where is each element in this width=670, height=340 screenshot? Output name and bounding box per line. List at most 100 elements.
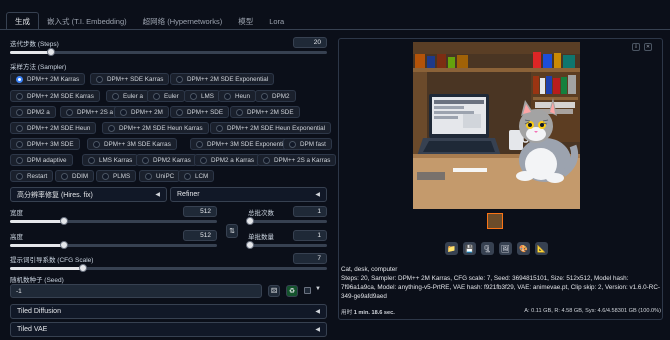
open-folder-icon[interactable]: 📁 xyxy=(445,242,458,255)
cfg-slider-thumb[interactable] xyxy=(79,264,87,272)
sampler-option[interactable]: DPM++ 2M SDE Exponential xyxy=(170,73,275,85)
sampler-option[interactable]: DPM2 a xyxy=(10,106,56,118)
sampler-option-label: DPM++ SDE xyxy=(187,108,224,116)
extra-seed-checkbox[interactable] xyxy=(304,287,311,294)
cfg-slider[interactable] xyxy=(10,264,327,272)
sampler-option-label: DPM2 a Karras xyxy=(211,156,255,164)
radio-dot-icon xyxy=(16,108,23,116)
sampler-option[interactable]: DPM2 xyxy=(255,90,296,102)
sampler-option[interactable]: DPM++ 2M SDE Heun Exponential xyxy=(210,122,332,134)
caret-left-icon: ◀ xyxy=(315,309,320,315)
sampler-option-label: LMS xyxy=(201,92,214,100)
sampler-option[interactable]: DPM++ 2M SDE Heun Karras xyxy=(102,122,209,134)
steps-slider[interactable] xyxy=(10,48,327,56)
sampler-option[interactable]: DPM++ 2M SDE Heun xyxy=(10,122,97,134)
sampler-option-label: DPM++ 3M SDE Karras xyxy=(104,140,171,148)
sampler-option[interactable]: DPM fast xyxy=(283,138,332,150)
radio-dot-icon xyxy=(190,92,197,100)
output-action-buttons: 📁 💾 🗜 🖼 🎨 📐 xyxy=(445,242,548,255)
memory-sys: Sys: 4.6/4.58301 GB xyxy=(585,308,637,314)
radio-dot-icon xyxy=(176,75,183,83)
sampler-option[interactable]: PLMS xyxy=(96,170,137,182)
tab-embedding[interactable]: 嵌入式 (T.I. Embedding) xyxy=(39,13,135,30)
send-to-img2img-icon[interactable]: 🖼 xyxy=(499,242,512,255)
sampler-option[interactable]: DPM2 Karras xyxy=(136,154,197,166)
sampler-option[interactable]: DPM++ SDE Karras xyxy=(90,73,170,85)
batch-count-input[interactable]: 1 xyxy=(293,206,327,217)
radio-dot-icon xyxy=(263,156,270,164)
tiled-diffusion-accordion[interactable]: Tiled Diffusion ◀ xyxy=(10,304,327,319)
width-input[interactable]: 512 xyxy=(183,206,217,217)
save-icon[interactable]: 💾 xyxy=(463,242,476,255)
sampler-option[interactable]: DPM++ 2S a xyxy=(60,106,120,118)
refiner-accordion[interactable]: Refiner ◀ xyxy=(170,187,327,202)
sampler-option[interactable]: LMS xyxy=(184,90,220,102)
image-thumbnail[interactable] xyxy=(487,213,503,229)
batch-size-slider-thumb[interactable] xyxy=(246,241,254,249)
sampler-option[interactable]: UniPC xyxy=(139,170,181,182)
radio-dot-icon xyxy=(16,172,23,180)
width-slider[interactable] xyxy=(10,217,217,225)
generated-image[interactable] xyxy=(413,42,580,209)
recycle-icon[interactable]: ♻ xyxy=(286,285,298,297)
sampler-option[interactable]: DPM2 a Karras xyxy=(194,154,261,166)
radio-dot-icon xyxy=(61,172,68,180)
height-slider-thumb[interactable] xyxy=(60,241,68,249)
tab-generate[interactable]: 生成 xyxy=(6,12,39,30)
generation-prompt: Cat, desk, computer xyxy=(341,266,398,273)
sampler-option[interactable]: DPM++ 2M Karras xyxy=(10,73,86,85)
sampler-option-label: DPM++ 2M SDE Karras xyxy=(27,92,94,100)
sampler-option[interactable]: DPM++ 2M SDE Karras xyxy=(10,90,100,102)
sampler-option[interactable]: DPM++ 3M SDE Karras xyxy=(87,138,177,150)
sampler-option[interactable]: Euler xyxy=(147,90,185,102)
send-to-inpaint-icon[interactable]: 🎨 xyxy=(517,242,530,255)
width-label: 宽度 xyxy=(10,210,23,217)
caret-down-icon[interactable]: ▼ xyxy=(315,286,321,292)
sampler-option-label: DPM++ 2S a Karras xyxy=(274,156,331,164)
seed-input[interactable]: -1 xyxy=(10,284,262,298)
hires-fix-accordion[interactable]: 高分辨率修复 (Hires. fix) ◀ xyxy=(10,187,167,202)
width-slider-thumb[interactable] xyxy=(60,217,68,225)
sampler-option[interactable]: Euler a xyxy=(106,90,149,102)
height-input[interactable]: 512 xyxy=(183,230,217,241)
sampler-option-label: Euler a xyxy=(123,92,143,100)
tab-divider xyxy=(0,29,670,30)
sampler-option[interactable]: DPM adaptive xyxy=(10,154,73,166)
dice-icon[interactable]: ⚄ xyxy=(268,285,280,297)
batch-count-slider[interactable] xyxy=(246,217,327,225)
tab-hypernetworks[interactable]: 超网络 (Hypernetworks) xyxy=(135,13,231,30)
sampler-option[interactable]: DPM++ 3M SDE xyxy=(10,138,80,150)
sampler-option[interactable]: DPM++ 2S a Karras xyxy=(257,154,337,166)
steps-input[interactable]: 20 xyxy=(293,37,327,48)
steps-slider-thumb[interactable] xyxy=(47,48,55,56)
sampler-option[interactable]: DPM++ SDE xyxy=(170,106,230,118)
tab-model[interactable]: 模型 xyxy=(230,13,261,30)
sampler-option[interactable]: DPM++ 3M SDE Exponential xyxy=(190,138,295,150)
webui-root: 生成 嵌入式 (T.I. Embedding) 超网络 (Hypernetwor… xyxy=(0,0,670,340)
close-icon[interactable]: ✕ xyxy=(644,43,652,51)
sampler-option[interactable]: LCM xyxy=(178,170,215,182)
radio-dot-icon xyxy=(261,92,268,100)
sampler-option[interactable]: Restart xyxy=(10,170,54,182)
tiled-vae-accordion[interactable]: Tiled VAE ◀ xyxy=(10,322,327,337)
sampler-option[interactable]: LMS Karras xyxy=(82,154,139,166)
batch-size-slider[interactable] xyxy=(246,241,327,249)
send-to-extras-icon[interactable]: 📐 xyxy=(535,242,548,255)
cfg-label: 提示词引导系数 (CFG Scale) xyxy=(10,257,94,264)
zip-icon[interactable]: 🗜 xyxy=(481,242,494,255)
sampler-option-label: DPM2 xyxy=(272,92,290,100)
swap-dimensions-icon[interactable]: ⇅ xyxy=(226,224,238,238)
sampler-option[interactable]: DPM++ 2M SDE xyxy=(230,106,300,118)
cfg-input[interactable]: 7 xyxy=(293,253,327,264)
height-slider[interactable] xyxy=(10,241,217,249)
tab-lora[interactable]: Lora xyxy=(261,14,292,29)
download-icon[interactable]: ⇩ xyxy=(632,43,640,51)
sampler-option[interactable]: DDIM xyxy=(55,170,95,182)
radio-dot-icon xyxy=(88,156,95,164)
sampler-option-label: Heun xyxy=(235,92,251,100)
batch-count-slider-thumb[interactable] xyxy=(246,217,254,225)
sampler-option-label: DPM2 Karras xyxy=(153,156,191,164)
batch-size-input[interactable]: 1 xyxy=(293,230,327,241)
sampler-option[interactable]: Heun xyxy=(218,90,257,102)
sampler-option[interactable]: DPM++ 2M xyxy=(114,106,169,118)
